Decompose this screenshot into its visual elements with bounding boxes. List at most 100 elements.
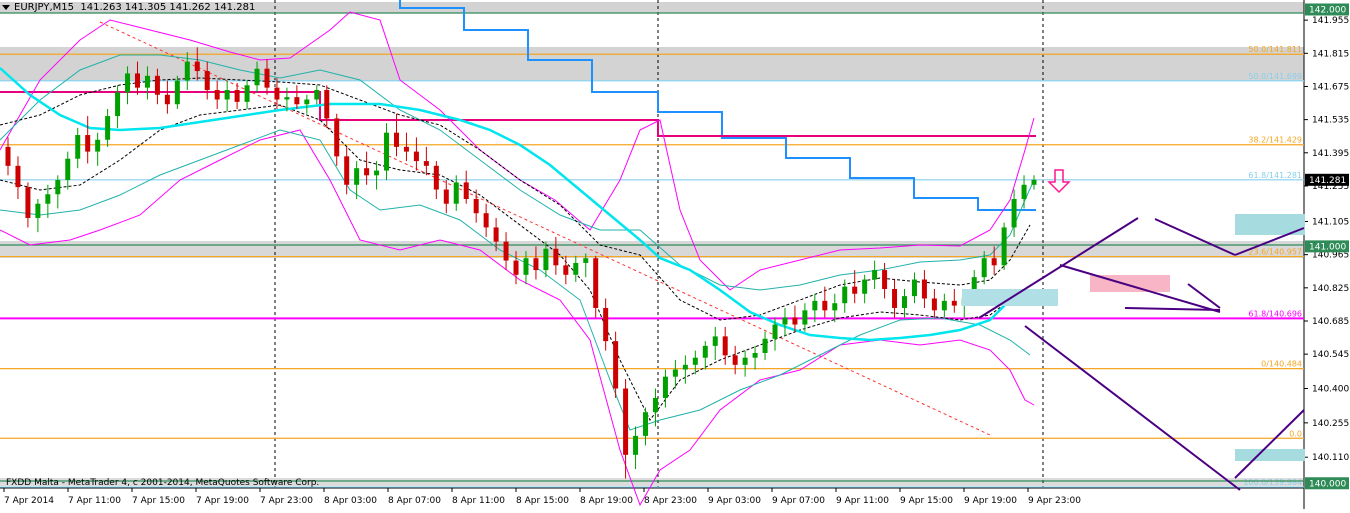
- candle-body: [812, 300, 818, 311]
- candle-body: [364, 168, 370, 176]
- candle-body: [553, 248, 559, 266]
- candle-body: [5, 146, 11, 166]
- candle-body: [384, 132, 390, 171]
- y-tick-label: 141.675: [1312, 82, 1349, 92]
- candle-body: [214, 90, 220, 100]
- candle-body: [95, 139, 101, 152]
- candle-body: [184, 61, 190, 81]
- candle-body: [762, 338, 768, 353]
- price-label-text: 141.000: [1309, 242, 1346, 252]
- candle-body: [493, 227, 499, 242]
- candle-body: [134, 73, 140, 88]
- candle-body: [324, 90, 330, 119]
- candle-body: [573, 262, 579, 275]
- candle-body: [533, 258, 539, 271]
- candle-body: [941, 300, 947, 311]
- candle-body: [125, 73, 131, 93]
- chart-area[interactable]: 141.955 141.815 141.675 141.535 141.395 141.2…: [0, 0, 1350, 509]
- x-tick-label: 8 Apr 23:00: [644, 496, 697, 506]
- candle-body: [643, 412, 649, 436]
- level-label: 0.0: [1289, 429, 1302, 438]
- candle-body: [991, 258, 997, 266]
- price-label-text: 142.000: [1309, 5, 1346, 15]
- candle-body: [85, 135, 91, 152]
- candle-body: [164, 94, 170, 105]
- symbol-label: EURJPY,M15: [14, 2, 74, 13]
- candle-body: [593, 258, 599, 308]
- level-label: 38.2/141.429: [1248, 136, 1302, 145]
- y-tick-label: 140.400: [1312, 385, 1349, 395]
- candle-body: [15, 165, 21, 188]
- candle-body: [463, 182, 469, 199]
- candle-body: [652, 397, 658, 413]
- candle-body: [154, 75, 160, 95]
- price-label-text: 141.281: [1309, 176, 1346, 186]
- y-tick-label: 140.255: [1312, 419, 1349, 429]
- candle-body: [264, 68, 270, 88]
- candle-body: [732, 355, 738, 365]
- candle-body: [1011, 198, 1017, 228]
- candle-body: [892, 289, 898, 308]
- candle-body: [234, 90, 240, 102]
- x-tick-label: 7 Apr 19:00: [196, 496, 249, 506]
- candle-body: [862, 279, 868, 294]
- x-tick-label: 9 Apr 07:00: [772, 496, 825, 506]
- candle-body: [115, 92, 121, 117]
- candle-body: [832, 303, 838, 311]
- candle-body: [274, 87, 280, 100]
- candle-body: [563, 265, 569, 275]
- y-tick-label: 140.685: [1312, 317, 1349, 327]
- candle-body: [1021, 184, 1027, 199]
- candle-body: [144, 75, 150, 88]
- candle-body: [413, 151, 419, 162]
- candle-body: [822, 300, 828, 311]
- candle-body: [314, 90, 320, 100]
- candle-body: [1001, 227, 1007, 266]
- x-tick-label: 9 Apr 11:00: [836, 496, 889, 506]
- x-tick-label: 7 Apr 23:00: [260, 496, 313, 506]
- candle-body: [503, 241, 509, 261]
- candle-body: [45, 194, 51, 204]
- candle-body: [344, 156, 350, 185]
- y-tick-label: 141.105: [1312, 217, 1349, 227]
- x-tick-label: 8 Apr 19:00: [580, 496, 633, 506]
- x-tick-label: 8 Apr 11:00: [452, 496, 505, 506]
- candle-body: [1031, 179, 1037, 185]
- candle-body: [443, 189, 449, 204]
- candle-body: [682, 364, 688, 370]
- candle-body: [921, 279, 927, 299]
- candle-body: [752, 352, 758, 358]
- chevron-down-icon[interactable]: [2, 4, 10, 10]
- level-label: 50.0/141.811: [1248, 45, 1302, 54]
- price-chart[interactable]: 141.955 141.815 141.675 141.535 141.395 141.2…: [0, 0, 1350, 509]
- x-tick-label: 8 Apr 15:00: [516, 496, 569, 506]
- candle-body: [981, 258, 987, 278]
- x-tick-label: 9 Apr 15:00: [900, 496, 953, 506]
- candle-body: [712, 336, 718, 346]
- candle-body: [393, 132, 399, 147]
- y-tick-label: 141.395: [1312, 149, 1349, 159]
- x-tick-label: 8 Apr 03:00: [324, 496, 377, 506]
- ohlc-values: 141.263 141.305 141.262 141.281: [80, 2, 256, 13]
- candle-body: [702, 345, 708, 358]
- x-tick-label: 9 Apr 03:00: [708, 496, 761, 506]
- y-tick-label: 141.955: [1312, 16, 1349, 26]
- candle-body: [25, 187, 31, 218]
- candle-body: [613, 341, 619, 389]
- candle-body: [194, 61, 200, 72]
- chart-header: EURJPY,M15 141.263 141.305 141.262 141.2…: [2, 2, 255, 13]
- candle-body: [433, 165, 439, 190]
- candle-body: [483, 213, 489, 228]
- cyan-zone-lower: [1235, 449, 1305, 461]
- level-label: 50.0/141.699: [1248, 72, 1302, 81]
- candle-body: [334, 118, 340, 157]
- y-tick-label: 140.545: [1312, 350, 1349, 360]
- y-tick-label: 141.535: [1312, 116, 1349, 126]
- candle-body: [633, 435, 639, 455]
- candle-body: [354, 168, 360, 185]
- candle-body: [911, 279, 917, 297]
- candle-body: [951, 300, 957, 306]
- candle-body: [513, 260, 519, 275]
- candle-body: [105, 116, 111, 140]
- candle-body: [403, 146, 409, 152]
